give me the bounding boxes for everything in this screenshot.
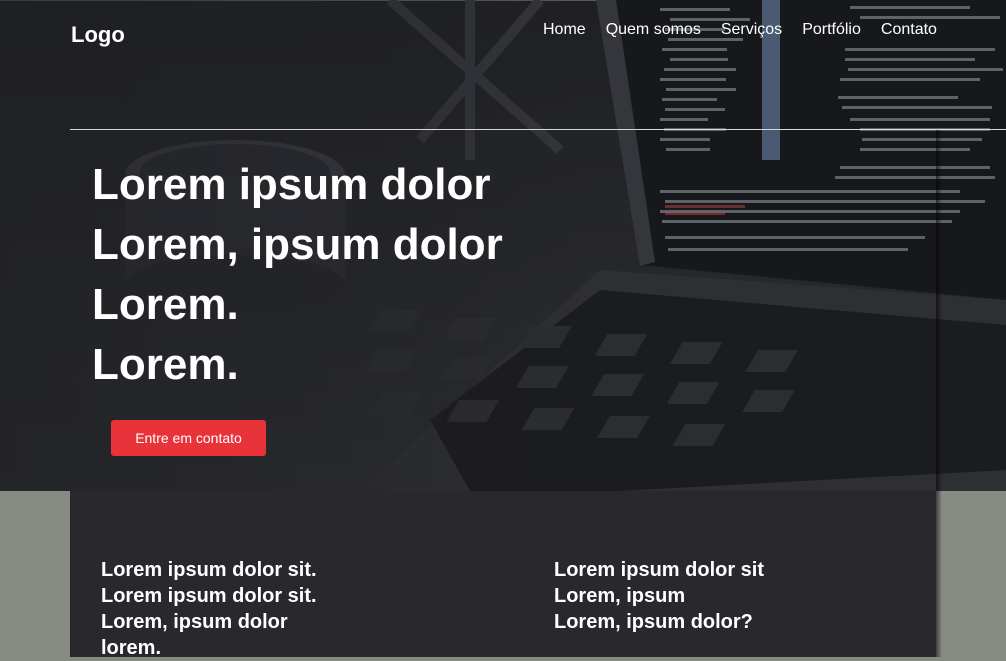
nav-item-contato[interactable]: Contato	[881, 20, 937, 40]
main-nav: Home Quem somos Serviços Portfólio Conta…	[543, 20, 937, 40]
hero-line: Lorem, ipsum dolor	[92, 220, 503, 269]
nav-item-quem-somos[interactable]: Quem somos	[606, 20, 701, 40]
hero-line: Lorem.	[92, 340, 239, 389]
feature-column-left: Lorem ipsum dolor sit. Lorem ipsum dolor…	[101, 557, 317, 661]
nav-item-home[interactable]: Home	[543, 20, 586, 40]
feature-text: Lorem, ipsum dolor?	[554, 611, 753, 633]
contact-button[interactable]: Entre em contato	[111, 420, 266, 456]
hero-line: Lorem.	[92, 280, 239, 329]
feature-text: Lorem, ipsum dolor	[101, 611, 288, 633]
nav-item-servicos[interactable]: Serviços	[721, 20, 782, 40]
feature-text: lorem.	[101, 637, 162, 659]
panel-edge-shadow	[936, 130, 942, 657]
feature-text: Lorem ipsum dolor sit.	[101, 585, 317, 607]
feature-column-right: Lorem ipsum dolor sit Lorem, ipsum Lorem…	[554, 557, 764, 635]
header-divider	[70, 129, 1006, 130]
hero-headline: Lorem ipsum dolor Lorem, ipsum dolor Lor…	[92, 155, 503, 395]
feature-text: Lorem ipsum dolor sit.	[101, 559, 317, 581]
features-panel: Lorem ipsum dolor sit. Lorem ipsum dolor…	[70, 491, 936, 659]
feature-text: Lorem, ipsum	[554, 585, 686, 607]
hero-line: Lorem ipsum dolor	[92, 160, 491, 209]
logo[interactable]: Logo	[71, 22, 125, 48]
nav-item-portfolio[interactable]: Portfólio	[802, 20, 861, 40]
feature-text: Lorem ipsum dolor sit	[554, 559, 765, 581]
